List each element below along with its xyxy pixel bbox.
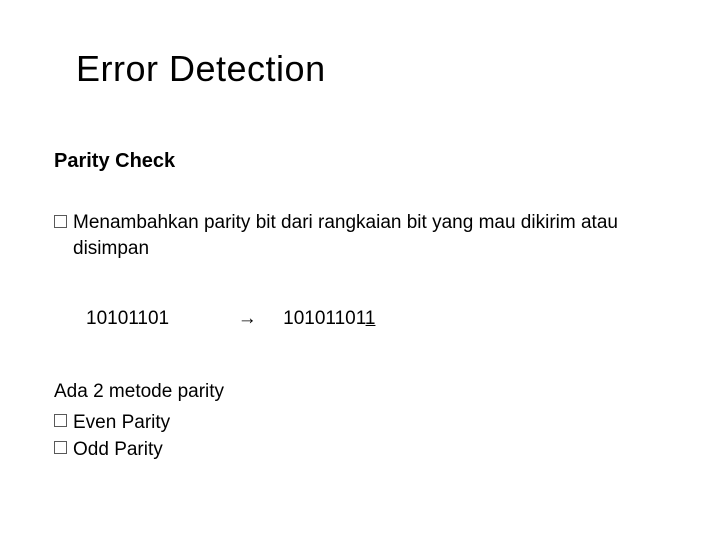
- square-bullet-icon: [54, 215, 67, 228]
- example-parity-bit: 1: [366, 308, 376, 329]
- methods-block: Ada 2 metode parity Even Parity Odd Pari…: [54, 378, 224, 464]
- slide-title: Error Detection: [76, 48, 326, 90]
- methods-intro: Ada 2 metode parity: [54, 378, 224, 406]
- example-input: 10101101: [86, 308, 169, 329]
- bullet-text: Menambahkan parity bit dari rangkaian bi…: [73, 210, 660, 261]
- example-output-prefix: 10101101: [283, 308, 365, 329]
- method-item-even: Even Parity: [73, 409, 170, 437]
- arrow-icon: →: [238, 308, 257, 329]
- slide: Error Detection Parity Check Menambahkan…: [0, 0, 720, 540]
- method-item-odd: Odd Parity: [73, 436, 163, 464]
- square-bullet-icon: [54, 414, 67, 427]
- parity-example: 10101101 → 101011011: [86, 308, 375, 330]
- bullet-description: Menambahkan parity bit dari rangkaian bi…: [54, 210, 660, 261]
- square-bullet-icon: [54, 441, 67, 454]
- slide-subtitle: Parity Check: [54, 150, 175, 173]
